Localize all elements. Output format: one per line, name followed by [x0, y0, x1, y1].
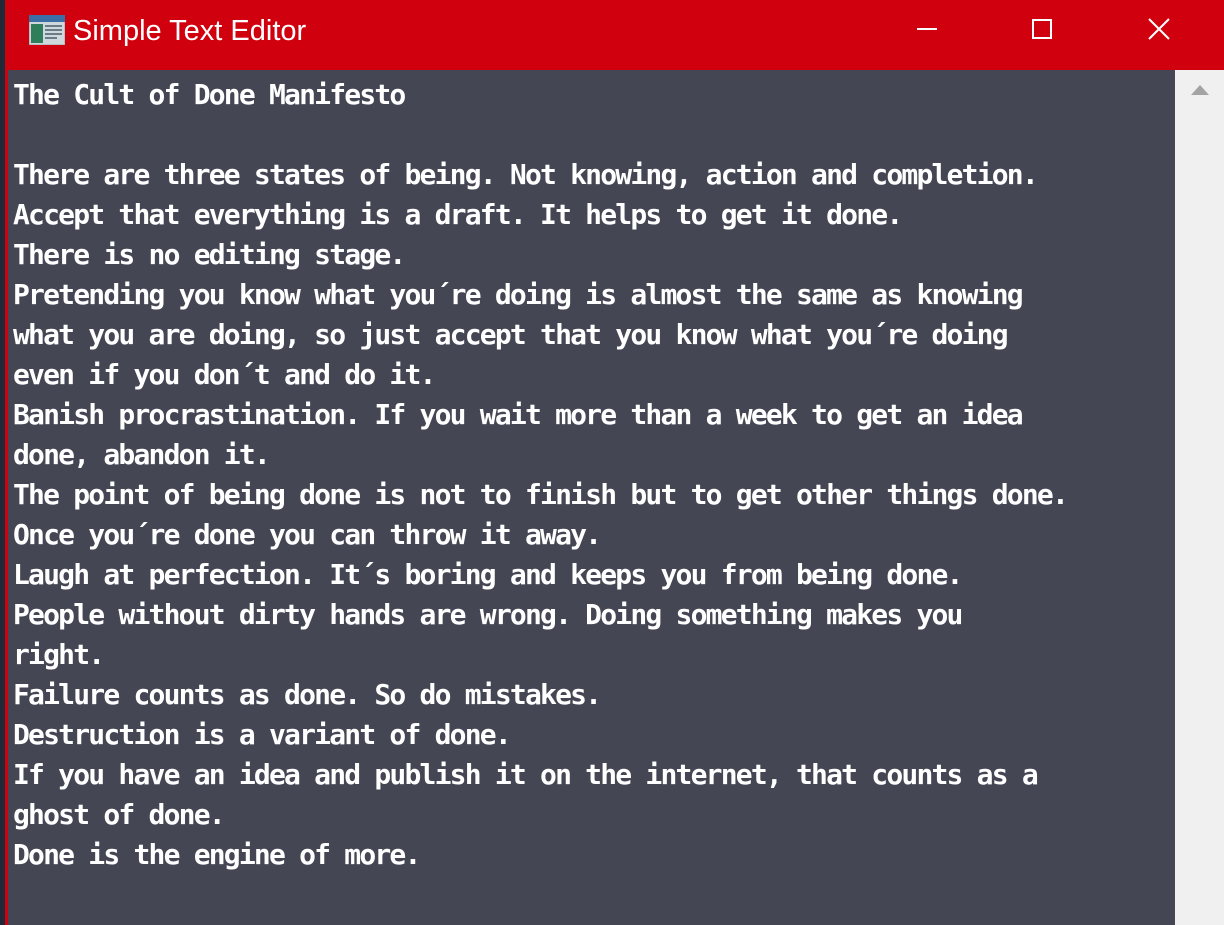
- window-title: Simple Text Editor: [73, 15, 307, 47]
- editor-window: Simple Text Editor The Cult of Done Mani…: [5, 0, 1224, 925]
- editor-line: There are three states of being. Not kno…: [13, 158, 1039, 191]
- editor-line: Destruction is a variant of done.: [13, 718, 512, 751]
- editor-line: The point of being done is not to finish…: [13, 478, 1069, 511]
- close-button[interactable]: [1101, 0, 1217, 62]
- editor-line: Once you´re done you can throw it away.: [13, 518, 602, 551]
- editor-line: People without dirty hands are wrong. Do…: [13, 598, 963, 631]
- minimize-icon: [915, 17, 939, 45]
- editor-line: Banish procrastination. If you wait more…: [13, 398, 1024, 431]
- maximize-button[interactable]: [984, 0, 1100, 62]
- scroll-up-button[interactable]: [1175, 70, 1224, 112]
- editor-line: Laugh at perfection. It´s boring and kee…: [13, 558, 963, 591]
- vertical-scrollbar[interactable]: [1175, 70, 1224, 925]
- editor-line: The Cult of Done Manifesto: [13, 78, 406, 111]
- editor-line: There is no editing stage.: [13, 238, 406, 271]
- editor-line: Accept that everything is a draft. It he…: [13, 198, 903, 231]
- maximize-icon: [1030, 17, 1054, 45]
- editor-line: ghost of done.: [13, 798, 226, 831]
- title-bar[interactable]: Simple Text Editor: [5, 0, 1224, 68]
- editor-line: Pretending you know what you´re doing is…: [13, 278, 1024, 311]
- scroll-up-arrow-icon: [1189, 82, 1211, 101]
- editor-line: right.: [13, 638, 105, 671]
- editor-line: If you have an idea and publish it on th…: [13, 758, 1039, 791]
- editor-line: Failure counts as done. So do mistakes.: [13, 678, 602, 711]
- notepad-app-icon: [28, 14, 66, 46]
- minimize-button[interactable]: [869, 0, 985, 62]
- editor-line: even if you don´t and do it.: [13, 358, 436, 391]
- editor-line: what you are doing, so just accept that …: [13, 318, 1009, 351]
- close-icon: [1147, 17, 1171, 45]
- text-editor-area[interactable]: The Cult of Done Manifesto There are thr…: [8, 70, 1175, 925]
- editor-line: Done is the engine of more.: [13, 838, 421, 871]
- editor-line: done, abandon it.: [13, 438, 271, 471]
- editor-client-area: The Cult of Done Manifesto There are thr…: [8, 70, 1224, 925]
